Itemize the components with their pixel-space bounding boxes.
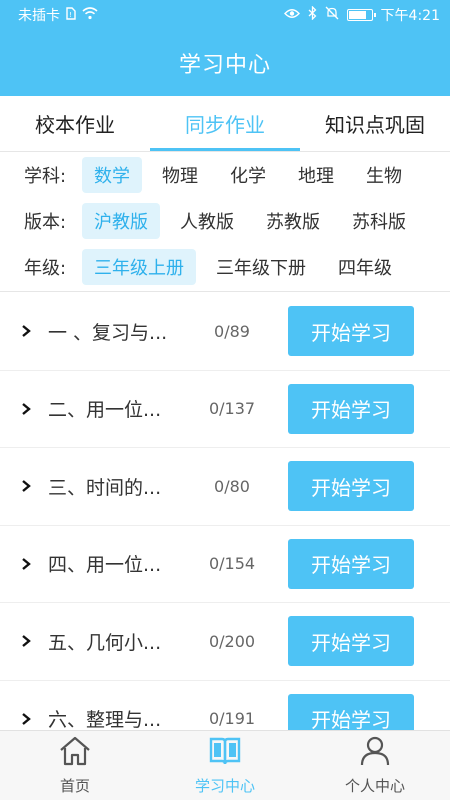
homework-tabs: 校本作业 同步作业 知识点巩固 <box>0 96 450 152</box>
chapter-title: 一 、复习与... <box>48 321 168 344</box>
chapter-row[interactable]: 一 、复习与... 0/89 开始学习 <box>0 293 450 371</box>
nav-label: 个人中心 <box>344 777 405 795</box>
chapter-list: 一 、复习与... 0/89 开始学习 二、用一位... 0/137 开始学习 … <box>0 293 450 730</box>
filter-panel: 学科: 数学 物理 化学 地理 生物 版本: 沪教版 人教版 苏教版 苏科版 年… <box>0 152 450 292</box>
chapter-title: 四、用一位... <box>48 554 162 577</box>
wifi-icon <box>82 6 98 24</box>
tab-sync-homework[interactable]: 同步作业 <box>150 96 300 151</box>
tab-label: 校本作业 <box>35 113 115 137</box>
chapter-title: 三、时间的... <box>48 476 162 499</box>
chapter-progress: 0/137 <box>208 399 256 419</box>
edition-chip-suke[interactable]: 苏科版 <box>340 203 418 239</box>
chapter-progress: 0/89 <box>214 321 250 341</box>
sim-icon: ! <box>66 6 76 24</box>
grade-chip-3a[interactable]: 三年级上册 <box>82 249 196 285</box>
chevron-right-icon[interactable] <box>18 401 34 417</box>
nav-label: 首页 <box>59 777 90 795</box>
grade-chip-3b[interactable]: 三年级下册 <box>204 249 318 285</box>
chevron-right-icon[interactable] <box>18 323 34 339</box>
chapter-row[interactable]: 二、用一位... 0/137 开始学习 <box>0 371 450 448</box>
chapter-progress: 0/80 <box>214 476 250 496</box>
home-icon <box>58 735 92 771</box>
chapter-progress: 0/154 <box>208 554 256 574</box>
subject-chip-biology[interactable]: 生物 <box>354 157 414 193</box>
subject-chip-chemistry[interactable]: 化学 <box>218 157 278 193</box>
subject-label: 学科: <box>24 166 67 187</box>
grade-chip-4[interactable]: 四年级 <box>326 249 404 285</box>
person-icon <box>358 735 392 771</box>
chapter-row[interactable]: 六、整理与... 0/191 开始学习 <box>0 681 450 730</box>
start-learning-button[interactable]: 开始学习 <box>288 538 414 589</box>
tab-label: 知识点巩固 <box>325 113 425 137</box>
start-learning-button[interactable]: 开始学习 <box>288 616 414 667</box>
start-learning-button[interactable]: 开始学习 <box>288 306 414 357</box>
edition-chip-renjiao[interactable]: 人教版 <box>168 203 246 239</box>
eye-icon <box>283 7 300 23</box>
chevron-right-icon[interactable] <box>18 633 34 649</box>
tab-label: 同步作业 <box>185 113 265 137</box>
start-learning-button[interactable]: 开始学习 <box>288 461 414 512</box>
status-right: 下午4:21 <box>283 5 440 25</box>
book-icon <box>208 735 242 771</box>
status-bar: 未插卡 ! 下午4:21 <box>0 0 450 30</box>
edition-chip-sujiao[interactable]: 苏教版 <box>254 203 332 239</box>
nav-learning-center[interactable]: 学习中心 <box>150 731 300 800</box>
chapter-progress: 0/200 <box>208 631 256 651</box>
chapter-title: 二、用一位... <box>48 399 162 422</box>
status-left: 未插卡 ! <box>18 5 98 25</box>
nav-home[interactable]: 首页 <box>0 731 150 800</box>
grade-filter-row: 年级: 三年级上册 三年级下册 四年级 <box>24 244 450 290</box>
svg-text:!: ! <box>69 11 72 19</box>
subject-filter-row: 学科: 数学 物理 化学 地理 生物 <box>24 152 450 198</box>
subject-chip-geography[interactable]: 地理 <box>286 157 346 193</box>
tab-knowledge-review[interactable]: 知识点巩固 <box>300 96 450 151</box>
tab-school-homework[interactable]: 校本作业 <box>0 96 150 151</box>
nav-label: 学习中心 <box>194 777 255 795</box>
app-header: 学习中心 <box>0 30 450 96</box>
edition-filter-row: 版本: 沪教版 人教版 苏教版 苏科版 <box>24 198 450 244</box>
clock-text: 下午4:21 <box>380 8 440 24</box>
bluetooth-icon <box>308 5 317 24</box>
subject-chip-physics[interactable]: 物理 <box>150 157 210 193</box>
chapter-row[interactable]: 三、时间的... 0/80 开始学习 <box>0 448 450 526</box>
chapter-progress: 0/191 <box>208 709 256 729</box>
chevron-right-icon[interactable] <box>18 556 34 572</box>
chapter-row[interactable]: 四、用一位... 0/154 开始学习 <box>0 526 450 603</box>
edition-chip-hujiao[interactable]: 沪教版 <box>82 203 160 239</box>
chevron-right-icon[interactable] <box>18 478 34 494</box>
nav-personal-center[interactable]: 个人中心 <box>300 731 450 800</box>
page-title: 学习中心 <box>178 53 271 78</box>
chapter-row[interactable]: 五、几何小... 0/200 开始学习 <box>0 603 450 681</box>
chapter-title: 五、几何小... <box>48 631 162 654</box>
chevron-right-icon[interactable] <box>18 711 34 727</box>
start-learning-button[interactable]: 开始学习 <box>288 693 414 730</box>
subject-chip-math[interactable]: 数学 <box>82 157 142 193</box>
edition-label: 版本: <box>24 212 67 233</box>
chapter-title: 六、整理与... <box>48 709 162 730</box>
grade-label: 年级: <box>24 258 67 279</box>
carrier-text: 未插卡 <box>18 8 60 24</box>
mute-icon <box>325 6 339 24</box>
start-learning-button[interactable]: 开始学习 <box>288 383 414 434</box>
battery-icon <box>346 9 376 21</box>
bottom-nav: 首页 学习中心 个人中心 <box>0 730 450 800</box>
